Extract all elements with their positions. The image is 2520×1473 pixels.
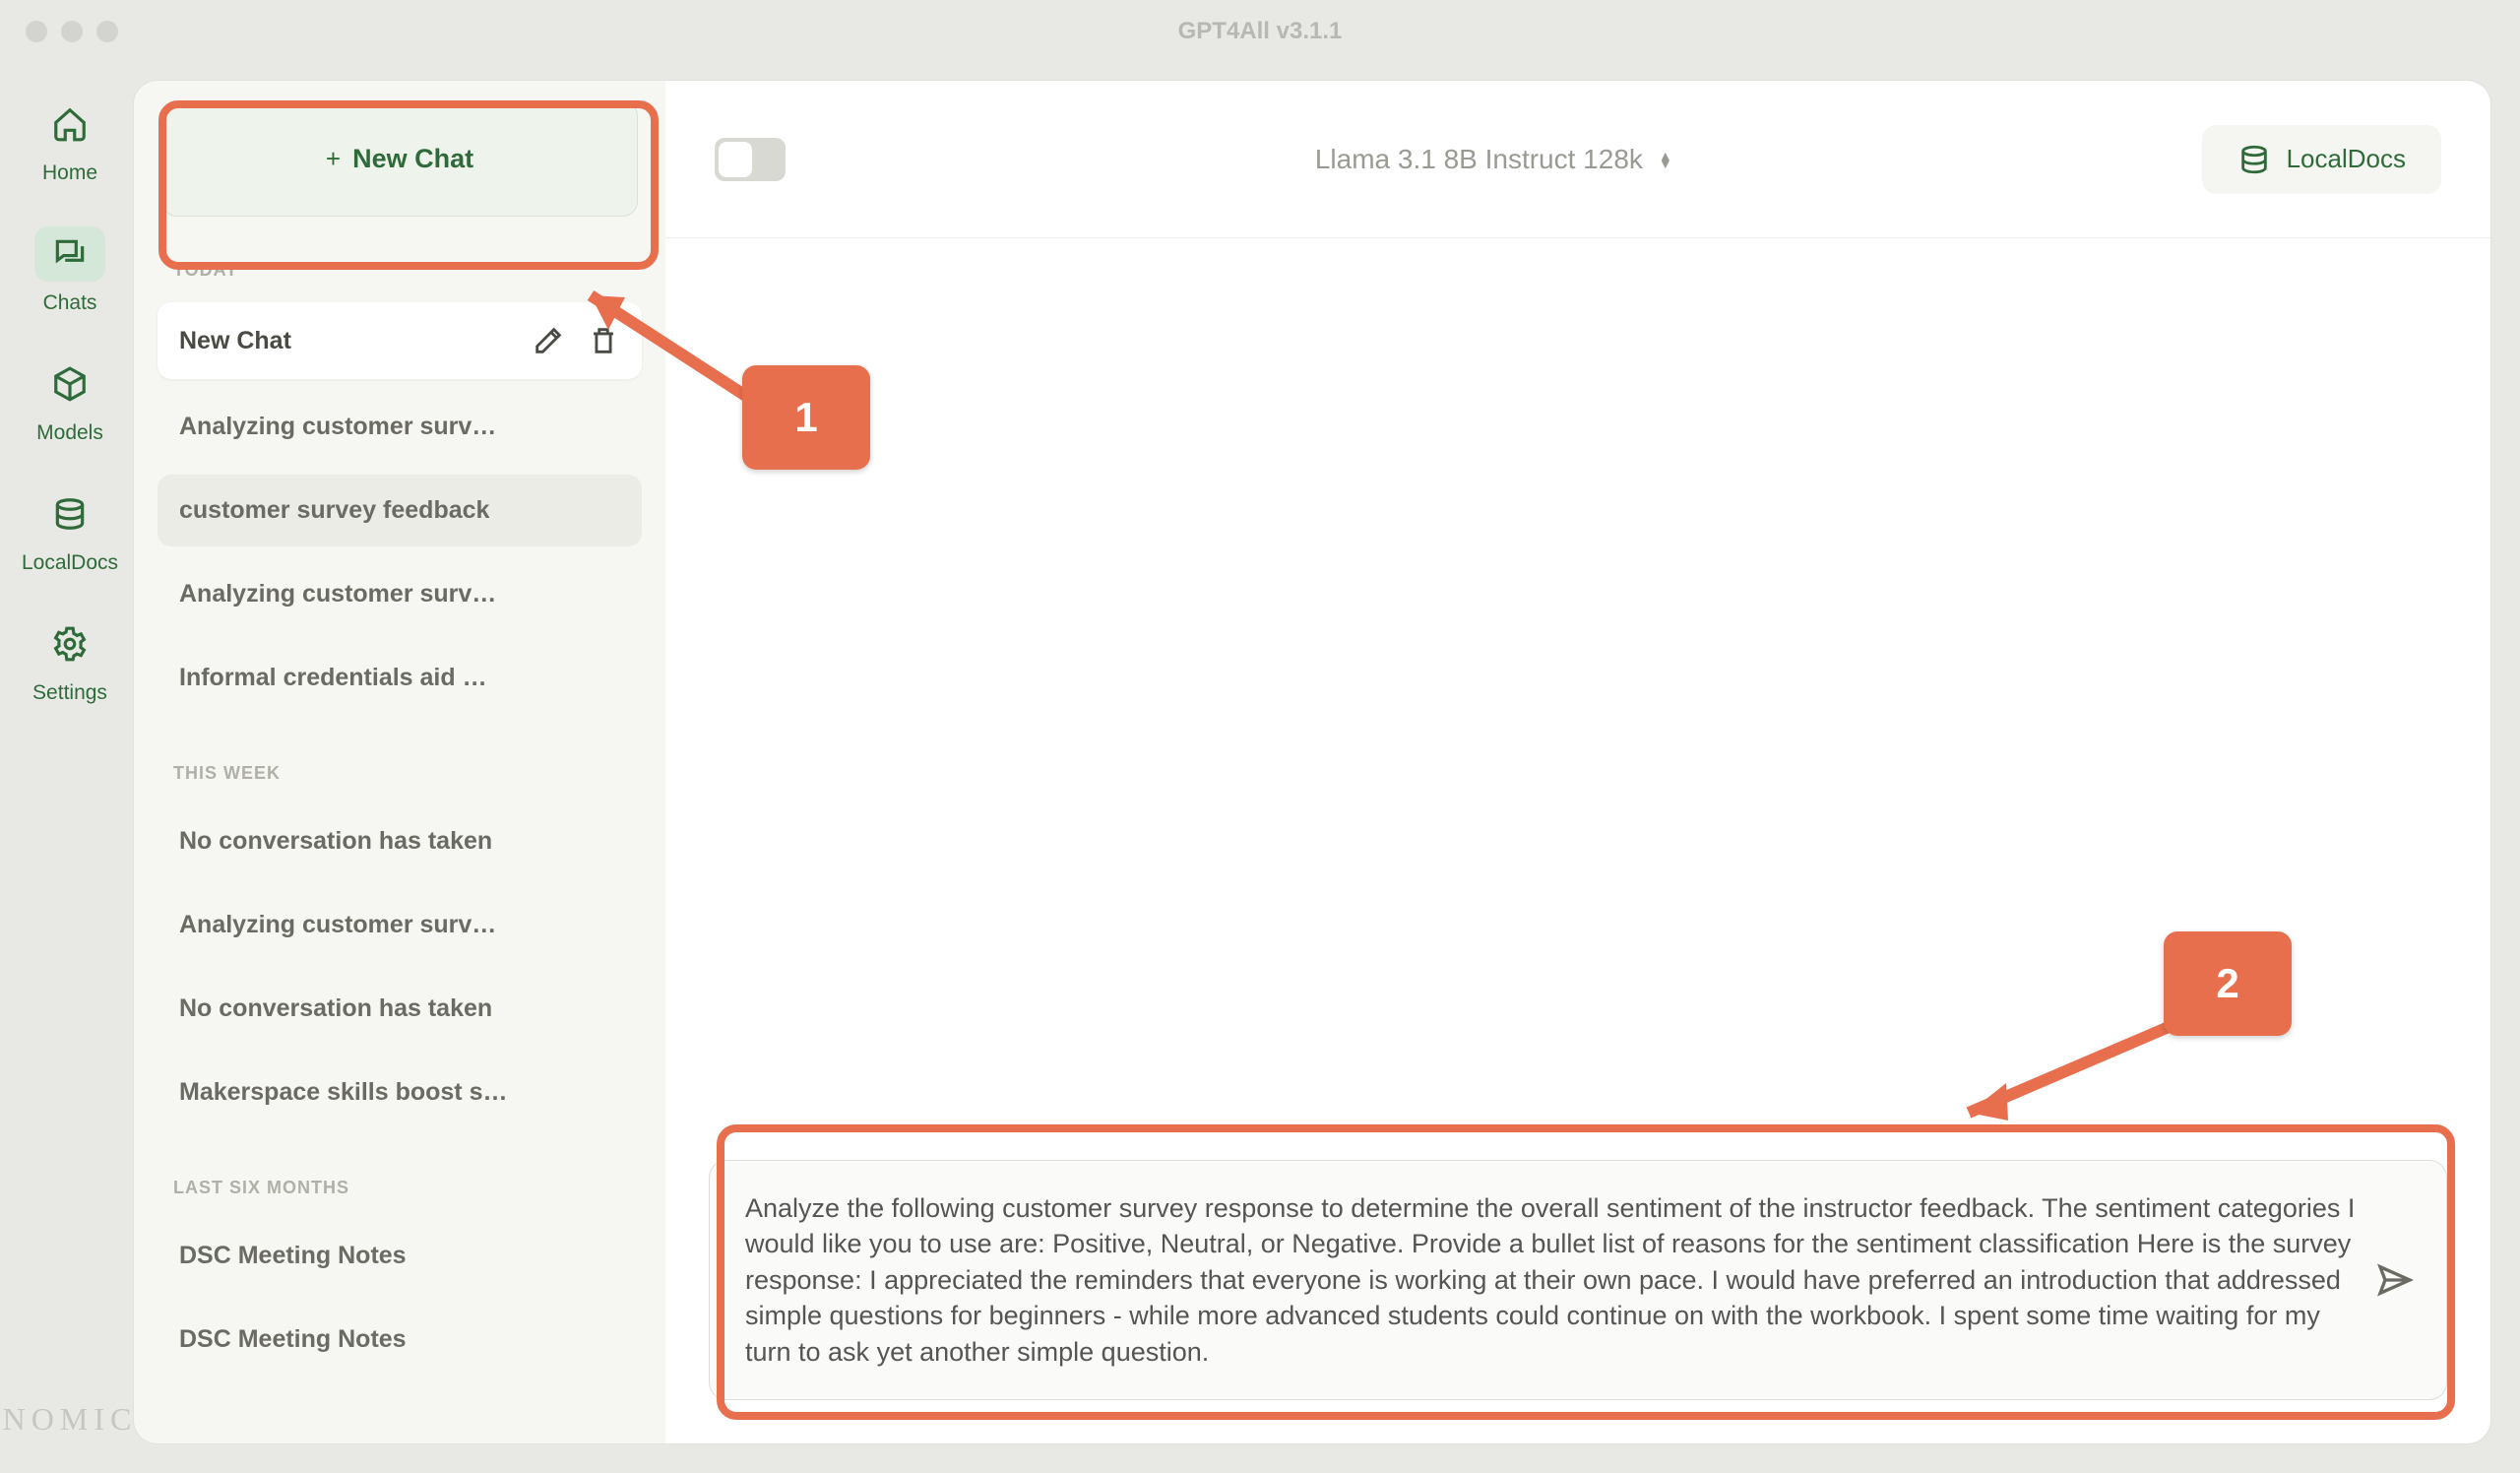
- nav-settings[interactable]: Settings: [6, 616, 134, 705]
- app-window: GPT4All v3.1.1 Home Chats Models: [0, 0, 2520, 1473]
- section-label: THIS WEEK: [134, 720, 665, 800]
- nav-home[interactable]: Home: [6, 96, 134, 185]
- conversation-item[interactable]: Makerspace skills boost s…: [158, 1057, 642, 1128]
- conversation-item[interactable]: DSC Meeting Notes: [158, 1304, 642, 1376]
- nav-localdocs-label: LocalDocs: [22, 551, 118, 575]
- close-window-button[interactable]: [26, 21, 47, 42]
- nav-chats[interactable]: Chats: [6, 226, 134, 315]
- conversation-title: Makerspace skills boost s…: [179, 1078, 507, 1107]
- model-picker[interactable]: Llama 3.1 8B Instruct 128k ▲▼: [815, 144, 2173, 175]
- nomic-logo: NOMIC: [3, 1401, 138, 1438]
- nav-models[interactable]: Models: [6, 356, 134, 445]
- nav-localdocs[interactable]: LocalDocs: [6, 486, 134, 575]
- localdocs-button[interactable]: LocalDocs: [2202, 125, 2441, 194]
- chat-main: Llama 3.1 8B Instruct 128k ▲▼ LocalDocs …: [665, 81, 2490, 1443]
- localdocs-button-label: LocalDocs: [2287, 144, 2406, 174]
- chats-icon: [51, 235, 89, 273]
- nav-settings-label: Settings: [32, 681, 107, 705]
- conversation-title: No conversation has taken: [179, 827, 492, 856]
- chat-header: Llama 3.1 8B Instruct 128k ▲▼ LocalDocs: [665, 81, 2490, 238]
- conversation-actions: [532, 324, 620, 357]
- window-title: GPT4All v3.1.1: [6, 18, 2514, 45]
- toggle-knob: [719, 142, 752, 177]
- message-input-text: Analyze the following customer survey re…: [745, 1193, 2355, 1367]
- send-icon[interactable]: [2375, 1260, 2415, 1300]
- conversation-item[interactable]: Analyzing customer surv…: [158, 391, 642, 463]
- conversation-title: Analyzing customer surv…: [179, 580, 496, 608]
- section-label: LAST SIX MONTHS: [134, 1134, 665, 1214]
- maximize-window-button[interactable]: [96, 21, 118, 42]
- conversation-title: Analyzing customer surv…: [179, 413, 496, 441]
- chat-body: [665, 238, 2490, 1130]
- conversation-item[interactable]: DSC Meeting Notes: [158, 1220, 642, 1292]
- conversation-title: Informal credentials aid …: [179, 664, 487, 692]
- conversation-title: DSC Meeting Notes: [179, 1242, 407, 1270]
- main-panel: + New Chat TODAY New Chat Analyzing custom…: [134, 81, 2490, 1443]
- model-name: Llama 3.1 8B Instruct 128k: [1315, 144, 1643, 175]
- conversation-item[interactable]: customer survey feedback: [158, 475, 642, 546]
- conversation-item[interactable]: Analyzing customer surv…: [158, 889, 642, 961]
- conversation-sidebar: + New Chat TODAY New Chat Analyzing custom…: [134, 81, 665, 1443]
- nav-chats-label: Chats: [43, 291, 97, 315]
- conversation-title: Analyzing customer surv…: [179, 911, 496, 939]
- conversation-title: New Chat: [179, 327, 291, 355]
- nav-models-label: Models: [36, 421, 103, 445]
- conversation-title: DSC Meeting Notes: [179, 1325, 407, 1354]
- nav-home-label: Home: [42, 161, 97, 185]
- conversation-item[interactable]: New Chat: [158, 302, 642, 379]
- titlebar: GPT4All v3.1.1: [6, 6, 2514, 57]
- window-controls: [26, 21, 118, 42]
- delete-icon[interactable]: [587, 324, 620, 357]
- conversation-title: No conversation has taken: [179, 994, 492, 1023]
- chevron-updown-icon: ▲▼: [1659, 152, 1672, 167]
- models-icon: [51, 365, 89, 403]
- database-icon: [2237, 143, 2271, 176]
- nav-rail: Home Chats Models LocalDocs: [6, 57, 134, 1467]
- plus-icon: +: [326, 144, 341, 174]
- minimize-window-button[interactable]: [61, 21, 83, 42]
- home-icon: [51, 105, 89, 143]
- conversation-item[interactable]: No conversation has taken: [158, 805, 642, 877]
- server-toggle[interactable]: [715, 138, 786, 181]
- new-chat-label: New Chat: [352, 144, 473, 174]
- settings-icon: [51, 625, 89, 663]
- conversation-item[interactable]: Analyzing customer surv…: [158, 558, 642, 630]
- conversation-item[interactable]: No conversation has taken: [158, 973, 642, 1045]
- message-input[interactable]: Analyze the following customer survey re…: [709, 1160, 2447, 1400]
- section-label: TODAY: [134, 217, 665, 296]
- new-chat-button[interactable]: + New Chat: [161, 100, 638, 217]
- localdocs-icon: [51, 495, 89, 533]
- edit-icon[interactable]: [532, 324, 565, 357]
- conversation-item[interactable]: Informal credentials aid …: [158, 642, 642, 714]
- conversation-title: customer survey feedback: [179, 496, 489, 525]
- input-row: Analyze the following customer survey re…: [665, 1130, 2490, 1443]
